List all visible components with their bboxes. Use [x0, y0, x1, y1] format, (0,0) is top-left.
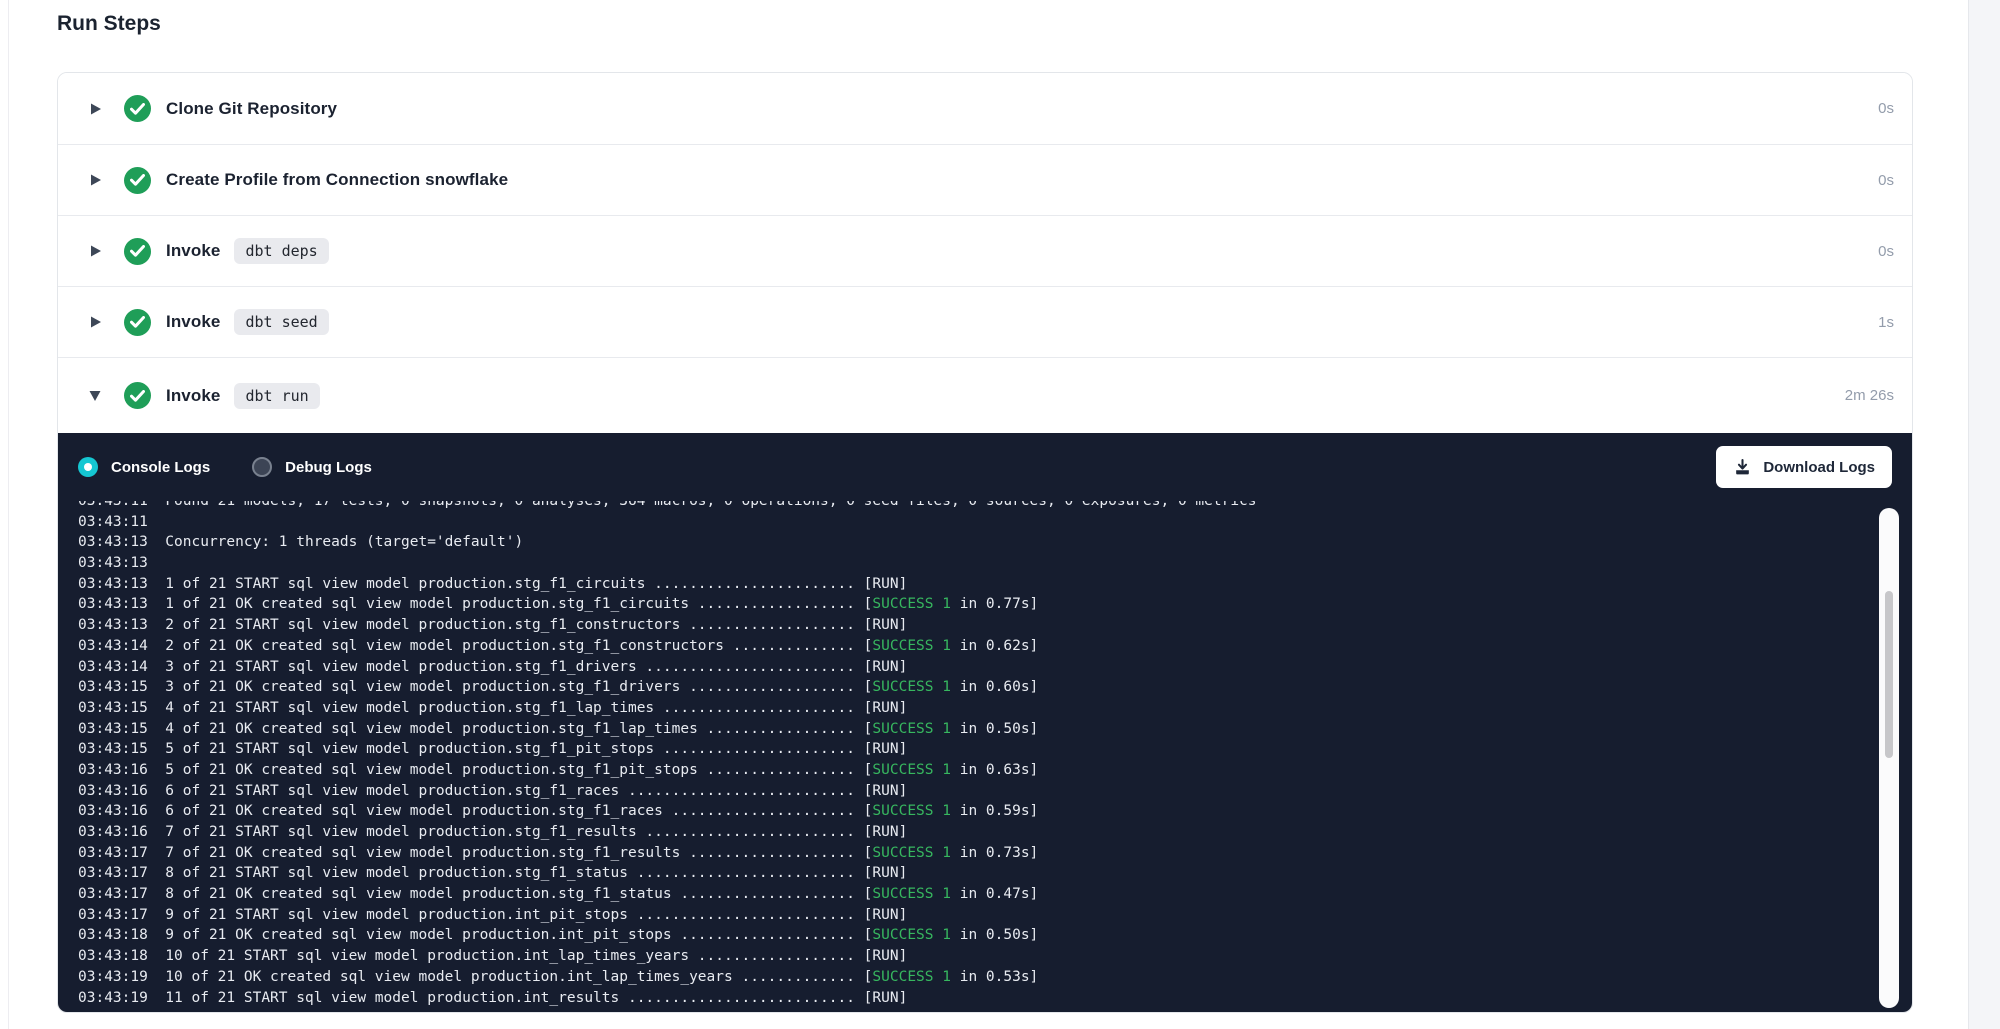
- run-steps-list: Clone Git Repository0sCreate Profile fro…: [58, 73, 1912, 433]
- page-title: Run Steps: [57, 12, 161, 36]
- success-check-icon: [124, 238, 151, 265]
- caret-right-icon[interactable]: [88, 173, 102, 187]
- download-logs-button[interactable]: Download Logs: [1716, 446, 1892, 488]
- log-scrollbar-track[interactable]: [1879, 508, 1899, 1008]
- step-command-badge: dbt run: [234, 383, 319, 409]
- log-line: 03:43:16 5 of 21 OK created sql view mod…: [78, 760, 1862, 781]
- radio-label: Debug Logs: [285, 459, 372, 476]
- success-check-icon: [124, 95, 151, 122]
- success-check-icon: [124, 382, 151, 409]
- caret-down-icon[interactable]: [88, 389, 102, 403]
- step-duration: 0s: [1878, 243, 1894, 260]
- log-scrollbar-thumb[interactable]: [1885, 591, 1893, 758]
- download-icon: [1733, 458, 1752, 477]
- log-line: 03:43:18 10 of 21 START sql view model p…: [78, 946, 1862, 967]
- log-line: 03:43:17 9 of 21 START sql view model pr…: [78, 905, 1862, 926]
- radio-selected-icon[interactable]: [78, 457, 98, 477]
- step-command-badge: dbt seed: [234, 309, 328, 335]
- run-step-row-1[interactable]: Clone Git Repository 0s: [58, 73, 1912, 144]
- step-duration: 2m 26s: [1845, 387, 1894, 404]
- log-line: 03:43:13 1 of 21 OK created sql view mod…: [78, 594, 1862, 615]
- log-tab-console-logs[interactable]: Console Logs: [78, 457, 210, 477]
- radio-unselected-icon[interactable]: [252, 457, 272, 477]
- success-check-icon: [124, 167, 151, 194]
- success-check-icon: [124, 309, 151, 336]
- log-tab-debug-logs[interactable]: Debug Logs: [252, 457, 372, 477]
- log-line: 03:43:14 2 of 21 OK created sql view mod…: [78, 636, 1862, 657]
- step-command-badge: dbt deps: [234, 238, 328, 264]
- log-line: 03:43:17 7 of 21 OK created sql view mod…: [78, 843, 1862, 864]
- left-edge-divider: [8, 0, 9, 1029]
- log-type-radio-group: Console Logs Debug Logs: [78, 457, 414, 477]
- log-line: 03:43:17 8 of 21 OK created sql view mod…: [78, 884, 1862, 905]
- download-logs-label: Download Logs: [1763, 459, 1875, 476]
- step-duration: 1s: [1878, 314, 1894, 331]
- log-line: 03:43:16 6 of 21 START sql view model pr…: [78, 781, 1862, 802]
- step-duration: 0s: [1878, 100, 1894, 117]
- radio-label: Console Logs: [111, 459, 210, 476]
- run-step-row-5[interactable]: Invoke dbt run 2m 26s: [58, 357, 1912, 433]
- step-label: Invoke: [166, 386, 220, 406]
- log-line: 03:43:13 Concurrency: 1 threads (target=…: [78, 532, 1862, 553]
- run-step-row-3[interactable]: Invoke dbt deps 0s: [58, 215, 1912, 286]
- console-log-output: 03:43:11 Found 21 models, 17 tests, 0 sn…: [78, 501, 1862, 1008]
- log-line: 03:43:15 5 of 21 START sql view model pr…: [78, 739, 1862, 760]
- run-steps-card: Clone Git Repository0sCreate Profile fro…: [57, 72, 1913, 1013]
- log-line: 03:43:19 11 of 21 START sql view model p…: [78, 988, 1862, 1009]
- log-line: 03:43:11 Found 21 models, 17 tests, 0 sn…: [78, 501, 1862, 512]
- log-line: 03:43:17 8 of 21 START sql view model pr…: [78, 863, 1862, 884]
- log-line: 03:43:16 7 of 21 START sql view model pr…: [78, 822, 1862, 843]
- log-line: 03:43:11: [78, 512, 1862, 533]
- run-step-row-4[interactable]: Invoke dbt seed 1s: [58, 286, 1912, 357]
- run-step-row-2[interactable]: Create Profile from Connection snowflake…: [58, 144, 1912, 215]
- log-line: 03:43:13 2 of 21 START sql view model pr…: [78, 615, 1862, 636]
- log-line: 03:43:19 10 of 21 OK created sql view mo…: [78, 967, 1862, 988]
- step-duration: 0s: [1878, 172, 1894, 189]
- console-panel: Console Logs Debug Logs Download Logs 03:…: [58, 433, 1913, 1013]
- log-line: 03:43:13: [78, 553, 1862, 574]
- caret-right-icon[interactable]: [88, 315, 102, 329]
- caret-right-icon[interactable]: [88, 102, 102, 116]
- console-header: Console Logs Debug Logs Download Logs: [58, 433, 1913, 501]
- step-label: Clone Git Repository: [166, 99, 337, 119]
- log-line: 03:43:15 4 of 21 START sql view model pr…: [78, 698, 1862, 719]
- caret-right-icon[interactable]: [88, 244, 102, 258]
- log-line: 03:43:13 1 of 21 START sql view model pr…: [78, 574, 1862, 595]
- step-label: Invoke: [166, 312, 220, 332]
- step-label: Create Profile from Connection snowflake: [166, 170, 508, 190]
- log-line: 03:43:18 9 of 21 OK created sql view mod…: [78, 925, 1862, 946]
- log-line: 03:43:16 6 of 21 OK created sql view mod…: [78, 801, 1862, 822]
- log-line: 03:43:15 4 of 21 OK created sql view mod…: [78, 719, 1862, 740]
- right-gutter: [1968, 0, 2000, 1029]
- log-line: 03:43:15 3 of 21 OK created sql view mod…: [78, 677, 1862, 698]
- step-label: Invoke: [166, 241, 220, 261]
- log-line: 03:43:14 3 of 21 START sql view model pr…: [78, 657, 1862, 678]
